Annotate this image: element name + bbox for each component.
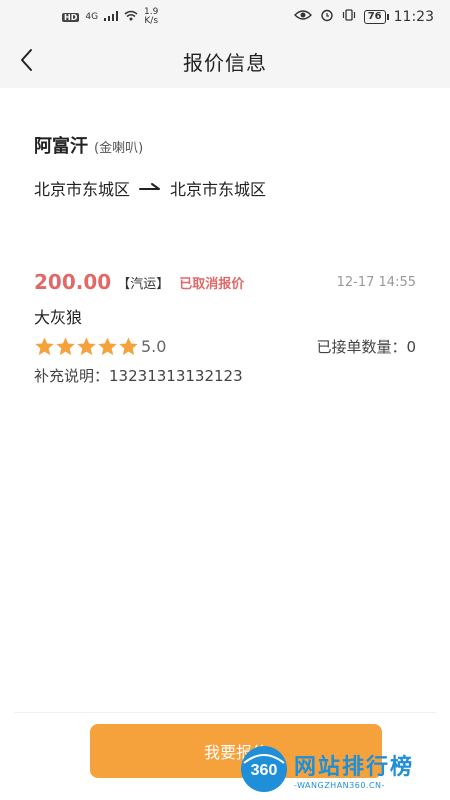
quote-left: 200.00 【汽运】 已取消报价 (34, 270, 244, 294)
quote-card[interactable]: 200.00 【汽运】 已取消报价 12-17 14:55 大灰狼 5.0 已接… (34, 270, 416, 386)
signal-icon (104, 10, 119, 24)
divider (14, 712, 436, 713)
note-row: 补充说明：13231313132123 (34, 365, 416, 386)
battery-icon: 76 (363, 10, 389, 24)
sender-row: 阿富汗 (金喇叭) (34, 132, 416, 158)
quote-time: 12-17 14:55 (336, 274, 416, 290)
watermark-title: 网站排行榜 (294, 754, 415, 780)
rating-score: 5.0 (141, 337, 167, 356)
watermark: 360 网站排行榜 -WANGZHAN360.CN- (238, 740, 448, 798)
alarm-icon (320, 8, 334, 26)
transport-mode: 【汽运】 (117, 276, 170, 292)
star-rating: 5.0 (34, 336, 166, 357)
note-label: 补充说明： (34, 367, 110, 385)
chevron-left-icon (21, 49, 32, 71)
status-left: HD 4G 1.9 K/s (62, 8, 158, 26)
driver-name: 大灰狼 (34, 308, 83, 327)
quote-top: 200.00 【汽运】 已取消报价 12-17 14:55 (34, 270, 416, 294)
star-icon (34, 336, 55, 357)
quote-price: 200.00 (34, 270, 112, 294)
wifi-icon (124, 10, 138, 24)
sender-sub: (金喇叭) (94, 141, 144, 156)
route-card: 阿富汗 (金喇叭) 北京市东城区 北京市东城区 (0, 88, 450, 248)
svg-text:360: 360 (251, 762, 278, 779)
status-right: 76 11:23 (293, 8, 434, 26)
star-icon (76, 336, 97, 357)
watermark-subtitle: -WANGZHAN360.CN- (294, 780, 385, 790)
clock: 11:23 (393, 9, 434, 25)
watermark-logo-icon: 360 (238, 743, 290, 795)
net-speed: 1.9 K/s (144, 8, 158, 26)
rating-row: 5.0 已接单数量：0 (34, 336, 416, 357)
status-bar: HD 4G 1.9 K/s 76 11:23 (0, 0, 450, 34)
vibrate-icon (342, 8, 356, 26)
back-button[interactable] (14, 46, 42, 74)
star-icon (55, 336, 76, 357)
star-icon (118, 336, 139, 357)
route-to: 北京市东城区 (170, 180, 267, 199)
network-label: 4G (85, 12, 99, 22)
watermark-text: 网站排行榜 -WANGZHAN360.CN- (294, 749, 414, 790)
route-from: 北京市东城区 (34, 180, 131, 199)
hd-badge: HD (62, 12, 80, 22)
page-title: 报价信息 (183, 50, 267, 75)
nav-bar: 报价信息 (0, 34, 450, 88)
arrow-right-icon (138, 179, 162, 198)
sender-name: 阿富汗 (34, 136, 88, 157)
route-row: 北京市东城区 北京市东城区 (34, 176, 416, 200)
eye-icon (293, 9, 312, 25)
star-icon (97, 336, 118, 357)
quote-status: 已取消报价 (179, 276, 245, 292)
note-value: 13231313132123 (109, 367, 243, 385)
orders-count: 已接单数量：0 (316, 338, 416, 356)
speed-unit: K/s (144, 16, 159, 26)
